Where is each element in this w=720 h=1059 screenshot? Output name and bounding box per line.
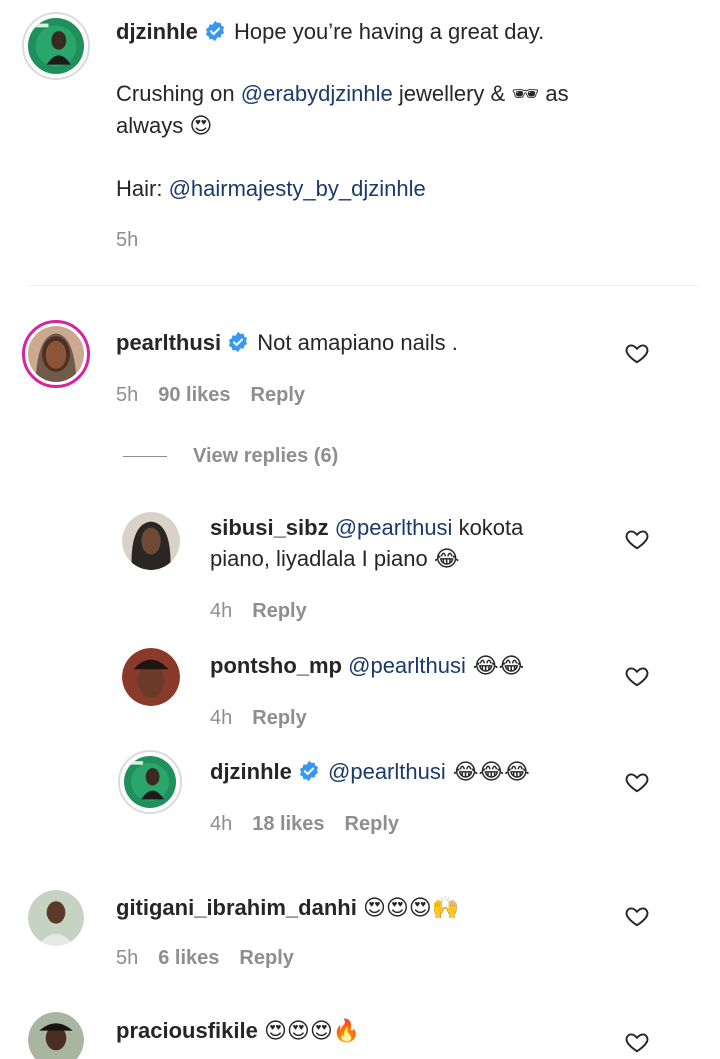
sunglasses-emoji: 🕶 xyxy=(511,82,540,107)
reply-pontsho-mp: pontsho_mp @pearlthusi 😂😂 xyxy=(210,650,610,682)
avatar-image xyxy=(28,890,84,946)
verified-badge-icon xyxy=(205,20,224,42)
reply-button[interactable]: Reply xyxy=(252,707,306,729)
reply-meta: 4h Reply xyxy=(210,600,327,623)
avatar-image xyxy=(122,648,180,706)
caption-line3: always xyxy=(116,113,190,138)
verified-badge-icon xyxy=(299,760,318,782)
caption-divider xyxy=(28,285,698,286)
reply-button[interactable]: Reply xyxy=(345,813,399,835)
reply-username[interactable]: pontsho_mp xyxy=(210,653,342,678)
avatar-image xyxy=(124,756,176,808)
caption-line2-prefix: Crushing on xyxy=(116,81,241,106)
heart-outline-icon[interactable] xyxy=(624,526,650,552)
comment-username[interactable]: pearlthusi xyxy=(116,330,221,355)
avatar-pontsho-mp[interactable] xyxy=(122,648,180,706)
heart-outline-icon[interactable] xyxy=(624,340,650,366)
comment-pearlthusi: pearlthusi Not amapiano nails . xyxy=(116,327,616,358)
likes-count[interactable]: 6 likes xyxy=(158,947,219,969)
likes-count[interactable]: 18 likes xyxy=(252,813,324,835)
reply-username[interactable]: sibusi_sibz xyxy=(210,515,329,540)
reply-meta: 4h 18 likes Reply xyxy=(210,813,419,836)
heart-outline-icon[interactable] xyxy=(624,903,650,929)
comment-time: 5h xyxy=(116,947,139,969)
heart-outline-icon[interactable] xyxy=(624,769,650,795)
comment-username[interactable]: praciousfikile xyxy=(116,1018,258,1043)
reply-meta: 4h Reply xyxy=(210,707,327,730)
reply-time: 4h xyxy=(210,707,233,729)
laughing-emoji: 😂😂😂 xyxy=(445,760,530,785)
caption-meta: 5h xyxy=(116,229,158,252)
comment-username[interactable]: gitigani_ibrahim_danhi xyxy=(116,895,357,920)
view-replies-line xyxy=(123,456,167,457)
reply-button[interactable]: Reply xyxy=(252,600,306,622)
heart-eyes-emoji: 😍 xyxy=(189,114,213,139)
reply-sibusi-sibz: sibusi_sibz @pearlthusi kokota piano, li… xyxy=(210,512,610,575)
reply-time: 4h xyxy=(210,600,233,622)
reply-text: kokota xyxy=(452,515,524,540)
comment-gitigani: gitigani_ibrahim_danhi 😍😍😍🙌 xyxy=(116,892,616,924)
reply-time: 4h xyxy=(210,813,233,835)
avatar-gitigani[interactable] xyxy=(28,890,84,946)
view-replies-button[interactable]: View replies (6) xyxy=(123,445,338,468)
verified-badge-icon xyxy=(229,331,248,353)
heart-outline-icon[interactable] xyxy=(624,1029,650,1055)
comment-time: 5h xyxy=(116,384,139,406)
mention-pearlthusi[interactable]: @pearlthusi xyxy=(348,653,466,678)
reply-djzinhle: djzinhle @pearlthusi 😂😂😂 xyxy=(210,756,610,788)
mention-hairmajesty[interactable]: @hairmajesty_by_djzinhle xyxy=(169,176,426,201)
reply-button[interactable]: Reply xyxy=(239,947,293,969)
avatar-pearlthusi[interactable] xyxy=(22,320,90,388)
view-replies-label[interactable]: View replies (6) xyxy=(193,445,338,468)
heart-eyes-emoji: 😍😍😍🔥 xyxy=(263,1019,361,1044)
avatar-image xyxy=(28,18,84,74)
reply-username[interactable]: djzinhle xyxy=(210,759,292,784)
likes-count[interactable]: 90 likes xyxy=(158,384,230,406)
laughing-emoji: 😂😂 xyxy=(465,654,525,679)
comment-text: Not amapiano nails . xyxy=(257,330,458,355)
mention-pearlthusi[interactable]: @pearlthusi xyxy=(335,515,453,540)
comment-meta: 5h 6 likes Reply xyxy=(116,947,314,970)
laughing-emoji: 😂 xyxy=(433,547,460,572)
caption-line2-end: as xyxy=(539,81,569,106)
heart-outline-icon[interactable] xyxy=(624,663,650,689)
caption-comment: djzinhle Hope you’re having a great day.… xyxy=(116,16,676,204)
mention-erabydjzinhle[interactable]: @erabydjzinhle xyxy=(241,81,393,106)
caption-hair-prefix: Hair: xyxy=(116,176,169,201)
avatar-sibusi-sibz[interactable] xyxy=(122,512,180,570)
avatar-image xyxy=(122,512,180,570)
avatar-djzinhle-caption[interactable] xyxy=(22,12,90,80)
caption-line2-suffix: jewellery & xyxy=(392,81,512,106)
reply-text-line2: piano, liyadlala I piano xyxy=(210,546,434,571)
caption-time: 5h xyxy=(116,229,139,251)
reply-button[interactable]: Reply xyxy=(251,384,305,406)
mention-pearlthusi[interactable]: @pearlthusi xyxy=(328,759,446,784)
comment-praciousfikile: praciousfikile 😍😍😍🔥 xyxy=(116,1015,616,1047)
caption-line1: Hope you’re having a great day. xyxy=(234,19,545,44)
avatar-djzinhle-reply[interactable] xyxy=(118,750,182,814)
caption-username[interactable]: djzinhle xyxy=(116,19,198,44)
avatar-image xyxy=(28,326,84,382)
avatar-praciousfikile[interactable] xyxy=(28,1012,84,1059)
comment-meta: 5h 90 likes Reply xyxy=(116,384,325,407)
avatar-image xyxy=(28,1012,84,1059)
heart-eyes-emoji: 😍😍😍🙌 xyxy=(362,896,460,921)
